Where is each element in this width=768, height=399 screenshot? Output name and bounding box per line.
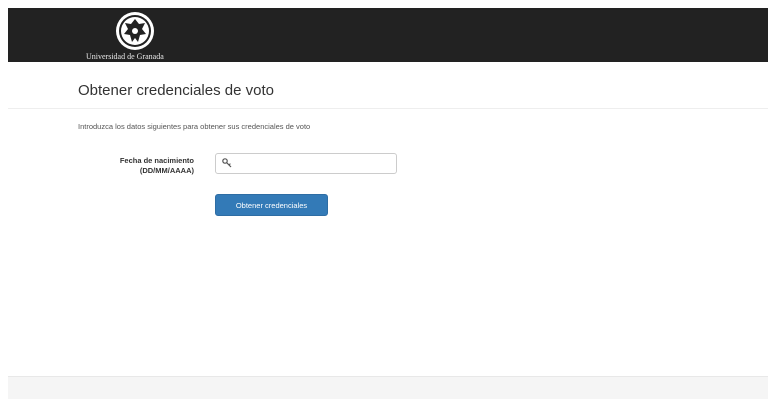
- birthdate-input[interactable]: [236, 155, 392, 172]
- top-navbar: Universidad de Granada: [8, 8, 768, 62]
- logo-text: Universidad de Granada: [86, 52, 164, 61]
- intro-text: Introduzca los datos siguientes para obt…: [78, 122, 311, 131]
- key-icon: [222, 158, 232, 168]
- page-header: Obtener credenciales de voto: [8, 70, 768, 109]
- page-title: Obtener credenciales de voto: [78, 82, 274, 99]
- university-crest-icon: [116, 12, 154, 50]
- birthdate-label: Fecha de nacimiento (DD/MM/AAAA): [119, 156, 194, 175]
- get-credentials-button[interactable]: Obtener credenciales: [215, 194, 328, 216]
- university-logo[interactable]: Universidad de Granada: [80, 8, 190, 62]
- footer: [8, 376, 768, 399]
- birthdate-field[interactable]: [215, 153, 397, 174]
